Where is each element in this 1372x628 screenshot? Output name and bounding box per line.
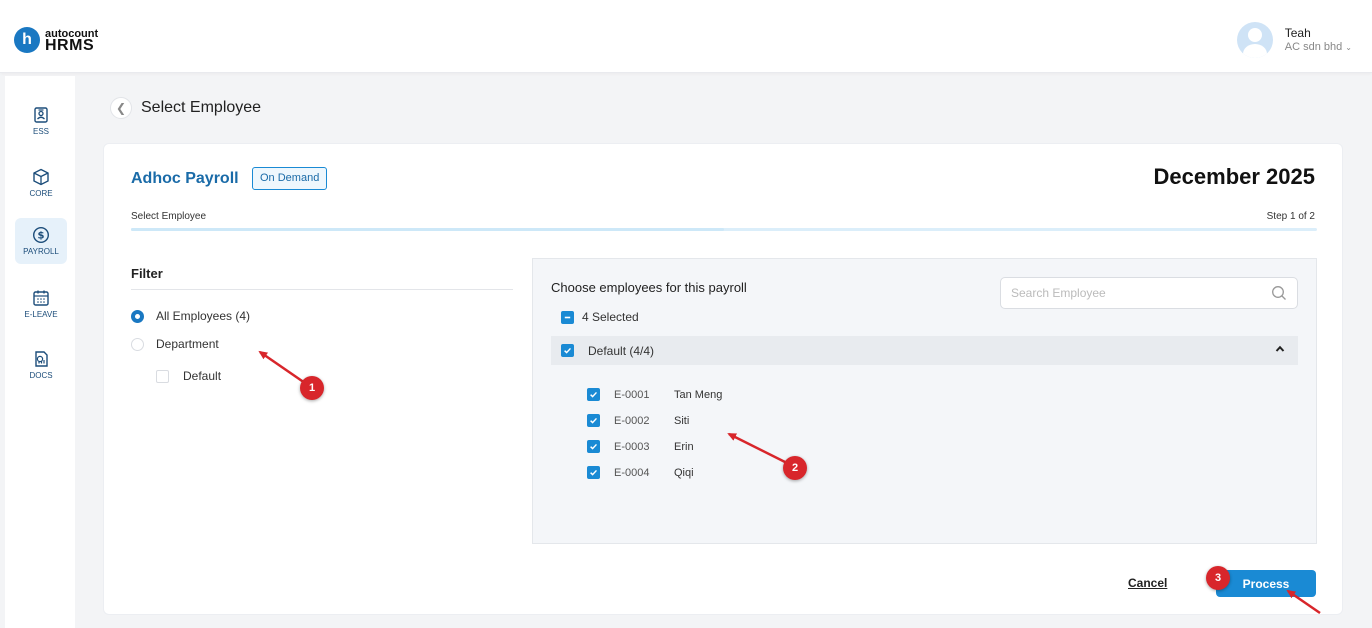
payroll-title: Adhoc Payroll xyxy=(131,170,239,187)
badge-icon xyxy=(34,107,48,123)
filter-title: Filter xyxy=(131,266,163,281)
employee-chooser-title: Choose employees for this payroll xyxy=(551,280,747,295)
cancel-button[interactable]: Cancel xyxy=(1128,576,1167,590)
employee-checkbox[interactable] xyxy=(587,414,600,427)
filter-option-label: All Employees (4) xyxy=(156,309,251,323)
on-demand-badge: On Demand xyxy=(252,167,328,190)
employee-name: Erin xyxy=(674,440,694,453)
search-input[interactable] xyxy=(1001,278,1251,308)
employee-checkbox[interactable] xyxy=(587,440,600,453)
annotation-badge-1: 1 xyxy=(300,376,324,400)
calendar-icon xyxy=(33,290,49,306)
report-icon xyxy=(35,351,48,367)
step-counter: Step 1 of 2 xyxy=(1266,211,1315,222)
employee-checkbox[interactable] xyxy=(587,466,600,479)
check-icon xyxy=(590,391,597,398)
radio-selected-icon[interactable] xyxy=(131,309,144,323)
top-bar: h autocount HRMS Teah AC sdn bhd ⌄ xyxy=(0,0,1372,73)
user-name: Teah xyxy=(1284,25,1311,40)
filter-option-label: Department xyxy=(156,337,219,351)
app-logo[interactable]: h autocount HRMS xyxy=(14,27,98,54)
employee-checkbox[interactable] xyxy=(587,388,600,401)
check-icon xyxy=(590,417,597,424)
radio-unselected-icon[interactable] xyxy=(131,337,144,351)
selected-count: 4 Selected xyxy=(582,310,639,324)
group-label: Default (4/4) xyxy=(588,343,655,358)
group-default-header[interactable]: Default (4/4) xyxy=(551,336,1298,365)
department-default-checkbox[interactable]: Default xyxy=(156,369,221,383)
chevron-up-icon[interactable] xyxy=(1274,343,1286,355)
employee-code: E-0002 xyxy=(614,414,650,427)
svg-text:$: $ xyxy=(38,231,45,242)
annotation-badge-3: 3 xyxy=(1206,566,1230,590)
sidebar-label-core: CORE xyxy=(29,189,53,198)
sidebar-item-ess[interactable]: ESS xyxy=(15,98,67,144)
chevron-left-icon: ❮ xyxy=(115,101,127,115)
employee-name: Siti xyxy=(674,414,690,427)
page-title: Select Employee xyxy=(141,99,262,116)
process-button[interactable]: Process xyxy=(1216,570,1316,597)
logo-text: autocount HRMS xyxy=(45,29,98,54)
back-button[interactable]: ❮ xyxy=(110,97,132,119)
select-all-row[interactable]: 4 Selected xyxy=(561,310,639,324)
annotation-badge-2: 2 xyxy=(783,456,807,480)
check-icon xyxy=(564,347,571,354)
filter-divider xyxy=(131,289,513,290)
sidebar-label-ess: ESS xyxy=(32,127,49,136)
check-icon xyxy=(590,443,597,450)
filter-option-department[interactable]: Department xyxy=(131,337,219,351)
user-company[interactable]: AC sdn bhd ⌄ xyxy=(1285,40,1352,55)
employee-code: E-0001 xyxy=(614,388,650,401)
dollar-icon: $ xyxy=(32,226,50,244)
page-header: ❮ Select Employee xyxy=(110,97,261,119)
step-label: Select Employee xyxy=(131,211,207,222)
sidebar: ESS CORE $ PAYROLL E-LEAVE DOCS xyxy=(5,76,75,628)
select-all-indeterminate-checkbox[interactable] xyxy=(561,310,574,324)
company-name: AC sdn bhd xyxy=(1284,40,1343,53)
employee-row[interactable]: E-0002 Siti xyxy=(587,414,689,427)
logo-mark: h xyxy=(14,27,40,53)
user-menu[interactable]: Teah AC sdn bhd ⌄ xyxy=(1236,22,1352,58)
step-progress-fill xyxy=(131,228,724,231)
sidebar-label-docs: DOCS xyxy=(29,371,53,380)
employee-row[interactable]: E-0003 Erin xyxy=(587,440,694,453)
avatar[interactable] xyxy=(1236,22,1273,58)
employee-row[interactable]: E-0004 Qiqi xyxy=(587,466,694,479)
search-employee-box[interactable] xyxy=(1000,277,1298,309)
search-icon[interactable] xyxy=(1271,285,1287,301)
employee-code: E-0003 xyxy=(614,440,650,453)
sidebar-label-eleave: E-LEAVE xyxy=(24,310,58,319)
group-checkbox[interactable] xyxy=(561,344,574,357)
sidebar-item-payroll[interactable]: $ PAYROLL xyxy=(15,218,67,264)
sidebar-item-core[interactable]: CORE xyxy=(15,160,67,206)
employee-name: Tan Meng xyxy=(674,388,723,401)
sidebar-item-docs[interactable]: DOCS xyxy=(15,342,67,388)
checkbox-empty-icon[interactable] xyxy=(156,369,169,383)
employee-row[interactable]: E-0001 Tan Meng xyxy=(587,388,722,401)
chevron-down-icon: ⌄ xyxy=(1345,42,1352,52)
sidebar-label-payroll: PAYROLL xyxy=(23,247,59,256)
filter-option-all-employees[interactable]: All Employees (4) xyxy=(131,309,250,323)
sidebar-item-eleave[interactable]: E-LEAVE xyxy=(15,281,67,327)
cube-icon xyxy=(33,168,49,186)
minus-icon xyxy=(564,316,571,318)
check-icon xyxy=(590,469,597,476)
employee-chooser-panel: Choose employees for this payroll 4 Sele… xyxy=(532,258,1317,544)
employee-code: E-0004 xyxy=(614,466,650,479)
user-info[interactable]: Teah AC sdn bhd ⌄ xyxy=(1285,26,1352,55)
logo-big-text: HRMS xyxy=(45,37,95,54)
payroll-card: Adhoc Payroll On Demand December 2025 Se… xyxy=(103,143,1343,615)
payroll-period: December 2025 xyxy=(1153,164,1315,189)
employee-name: Qiqi xyxy=(674,466,694,479)
step-progress-bar xyxy=(131,228,1317,231)
department-label: Default xyxy=(183,369,222,383)
